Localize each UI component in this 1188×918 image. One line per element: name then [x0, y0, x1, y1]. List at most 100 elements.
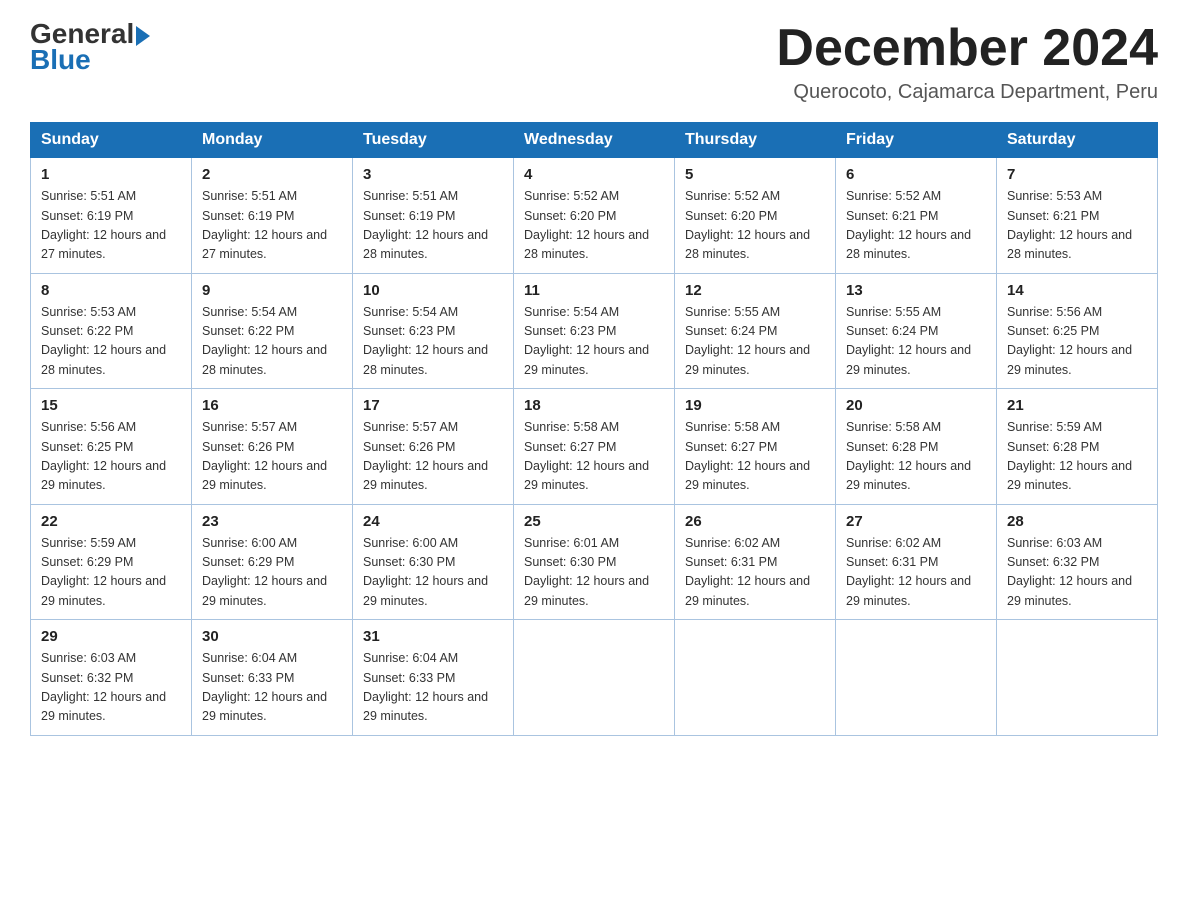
calendar-cell: 13 Sunrise: 5:55 AMSunset: 6:24 PMDayligh… [836, 273, 997, 389]
day-info: Sunrise: 5:51 AMSunset: 6:19 PMDaylight:… [363, 187, 503, 265]
calendar-cell: 5 Sunrise: 5:52 AMSunset: 6:20 PMDaylight… [675, 158, 836, 274]
calendar-week-row: 29 Sunrise: 6:03 AMSunset: 6:32 PMDayligh… [31, 620, 1158, 736]
day-number: 26 [685, 513, 825, 530]
calendar-cell: 19Sunrise: 5:58 AMSunset: 6:27 PMDayligh… [675, 389, 836, 505]
day-number: 10 [363, 282, 503, 299]
calendar-week-row: 8Sunrise: 5:53 AMSunset: 6:22 PMDaylight… [31, 273, 1158, 389]
day-info: Sunrise: 5:57 AMSunset: 6:26 PMDaylight:… [202, 418, 342, 496]
day-number: 16 [202, 397, 342, 414]
day-info: Sunrise: 5:51 AMSunset: 6:19 PMDaylight:… [202, 187, 342, 265]
calendar-cell: 20 Sunrise: 5:58 AMSunset: 6:28 PMDayligh… [836, 389, 997, 505]
day-info: Sunrise: 5:57 AMSunset: 6:26 PMDaylight:… [363, 418, 503, 496]
day-number: 24 [363, 513, 503, 530]
day-number: 11 [524, 282, 664, 299]
day-info: Sunrise: 6:02 AMSunset: 6:31 PMDaylight:… [685, 534, 825, 612]
day-number: 21 [1007, 397, 1147, 414]
calendar-cell: 25Sunrise: 6:01 AMSunset: 6:30 PMDayligh… [514, 504, 675, 620]
day-info: Sunrise: 6:00 AMSunset: 6:30 PMDaylight:… [363, 534, 503, 612]
calendar-week-row: 1 Sunrise: 5:51 AMSunset: 6:19 PMDaylight… [31, 158, 1158, 274]
logo-blue: Blue [30, 44, 91, 76]
calendar-cell [675, 620, 836, 736]
calendar-cell [836, 620, 997, 736]
calendar-cell: 18 Sunrise: 5:58 AMSunset: 6:27 PMDayligh… [514, 389, 675, 505]
page-header: General Blue December 2024 Querocoto, Ca… [30, 20, 1158, 104]
weekday-header-tuesday: Tuesday [353, 123, 514, 158]
day-info: Sunrise: 5:52 AMSunset: 6:20 PMDaylight:… [524, 187, 664, 265]
day-info: Sunrise: 5:53 AMSunset: 6:22 PMDaylight:… [41, 303, 181, 381]
day-info: Sunrise: 5:56 AMSunset: 6:25 PMDaylight:… [41, 418, 181, 496]
day-number: 12 [685, 282, 825, 299]
calendar-cell: 4 Sunrise: 5:52 AMSunset: 6:20 PMDaylight… [514, 158, 675, 274]
day-info: Sunrise: 5:56 AMSunset: 6:25 PMDaylight:… [1007, 303, 1147, 381]
calendar-cell: 17Sunrise: 5:57 AMSunset: 6:26 PMDayligh… [353, 389, 514, 505]
day-number: 5 [685, 166, 825, 183]
day-info: Sunrise: 5:59 AMSunset: 6:29 PMDaylight:… [41, 534, 181, 612]
day-info: Sunrise: 5:54 AMSunset: 6:23 PMDaylight:… [524, 303, 664, 381]
calendar-cell [514, 620, 675, 736]
calendar-cell: 28Sunrise: 6:03 AMSunset: 6:32 PMDayligh… [997, 504, 1158, 620]
day-info: Sunrise: 5:54 AMSunset: 6:22 PMDaylight:… [202, 303, 342, 381]
calendar-week-row: 22 Sunrise: 5:59 AMSunset: 6:29 PMDayligh… [31, 504, 1158, 620]
day-number: 19 [685, 397, 825, 414]
day-info: Sunrise: 5:52 AMSunset: 6:20 PMDaylight:… [685, 187, 825, 265]
day-number: 3 [363, 166, 503, 183]
day-number: 13 [846, 282, 986, 299]
calendar-cell: 30 Sunrise: 6:04 AMSunset: 6:33 PMDayligh… [192, 620, 353, 736]
day-number: 29 [41, 628, 181, 645]
calendar-cell: 12 Sunrise: 5:55 AMSunset: 6:24 PMDayligh… [675, 273, 836, 389]
calendar-cell: 26 Sunrise: 6:02 AMSunset: 6:31 PMDayligh… [675, 504, 836, 620]
day-info: Sunrise: 6:04 AMSunset: 6:33 PMDaylight:… [363, 649, 503, 727]
day-number: 27 [846, 513, 986, 530]
calendar-cell: 8Sunrise: 5:53 AMSunset: 6:22 PMDaylight… [31, 273, 192, 389]
day-info: Sunrise: 6:02 AMSunset: 6:31 PMDaylight:… [846, 534, 986, 612]
calendar-cell: 16 Sunrise: 5:57 AMSunset: 6:26 PMDayligh… [192, 389, 353, 505]
day-info: Sunrise: 5:59 AMSunset: 6:28 PMDaylight:… [1007, 418, 1147, 496]
weekday-header-wednesday: Wednesday [514, 123, 675, 158]
weekday-header-row: SundayMondayTuesdayWednesdayThursdayFrid… [31, 123, 1158, 158]
logo-arrow-icon [136, 26, 150, 46]
day-info: Sunrise: 5:51 AMSunset: 6:19 PMDaylight:… [41, 187, 181, 265]
location-title: Querocoto, Cajamarca Department, Peru [776, 81, 1158, 104]
day-number: 23 [202, 513, 342, 530]
day-number: 9 [202, 282, 342, 299]
calendar-cell: 14 Sunrise: 5:56 AMSunset: 6:25 PMDayligh… [997, 273, 1158, 389]
month-title: December 2024 [776, 20, 1158, 77]
day-info: Sunrise: 5:58 AMSunset: 6:28 PMDaylight:… [846, 418, 986, 496]
day-number: 18 [524, 397, 664, 414]
day-info: Sunrise: 5:55 AMSunset: 6:24 PMDaylight:… [685, 303, 825, 381]
day-number: 25 [524, 513, 664, 530]
day-number: 31 [363, 628, 503, 645]
calendar-cell: 29 Sunrise: 6:03 AMSunset: 6:32 PMDayligh… [31, 620, 192, 736]
weekday-header-sunday: Sunday [31, 123, 192, 158]
day-info: Sunrise: 6:03 AMSunset: 6:32 PMDaylight:… [41, 649, 181, 727]
weekday-header-thursday: Thursday [675, 123, 836, 158]
day-number: 2 [202, 166, 342, 183]
day-info: Sunrise: 6:04 AMSunset: 6:33 PMDaylight:… [202, 649, 342, 727]
day-number: 1 [41, 166, 181, 183]
calendar-cell: 6Sunrise: 5:52 AMSunset: 6:21 PMDaylight… [836, 158, 997, 274]
weekday-header-saturday: Saturday [997, 123, 1158, 158]
calendar-cell: 31 Sunrise: 6:04 AMSunset: 6:33 PMDayligh… [353, 620, 514, 736]
calendar-cell: 23 Sunrise: 6:00 AMSunset: 6:29 PMDayligh… [192, 504, 353, 620]
day-info: Sunrise: 5:58 AMSunset: 6:27 PMDaylight:… [524, 418, 664, 496]
calendar-cell: 1 Sunrise: 5:51 AMSunset: 6:19 PMDaylight… [31, 158, 192, 274]
calendar-table: SundayMondayTuesdayWednesdayThursdayFrid… [30, 122, 1158, 736]
day-number: 4 [524, 166, 664, 183]
day-info: Sunrise: 6:00 AMSunset: 6:29 PMDaylight:… [202, 534, 342, 612]
title-section: December 2024 Querocoto, Cajamarca Depar… [776, 20, 1158, 104]
calendar-cell: 15 Sunrise: 5:56 AMSunset: 6:25 PMDayligh… [31, 389, 192, 505]
calendar-cell: 10 Sunrise: 5:54 AMSunset: 6:23 PMDayligh… [353, 273, 514, 389]
day-number: 28 [1007, 513, 1147, 530]
day-number: 14 [1007, 282, 1147, 299]
day-number: 7 [1007, 166, 1147, 183]
day-number: 15 [41, 397, 181, 414]
day-info: Sunrise: 5:53 AMSunset: 6:21 PMDaylight:… [1007, 187, 1147, 265]
day-info: Sunrise: 5:55 AMSunset: 6:24 PMDaylight:… [846, 303, 986, 381]
day-number: 6 [846, 166, 986, 183]
day-number: 30 [202, 628, 342, 645]
day-number: 22 [41, 513, 181, 530]
day-info: Sunrise: 5:54 AMSunset: 6:23 PMDaylight:… [363, 303, 503, 381]
calendar-cell: 11 Sunrise: 5:54 AMSunset: 6:23 PMDayligh… [514, 273, 675, 389]
day-number: 20 [846, 397, 986, 414]
weekday-header-friday: Friday [836, 123, 997, 158]
